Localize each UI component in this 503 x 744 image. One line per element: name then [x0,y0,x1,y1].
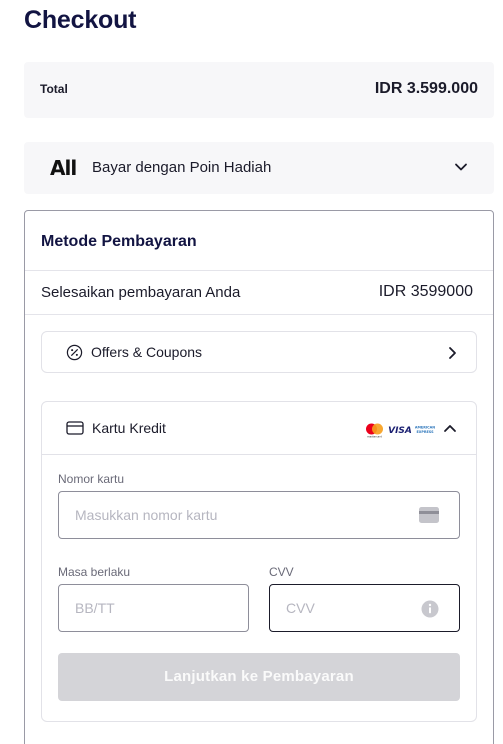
svg-text:VISA: VISA [388,426,412,436]
total-label: Total [40,82,68,96]
card-number-input[interactable]: Masukkan nomor kartu [58,491,460,539]
chevron-down-icon [455,163,467,171]
card-icon [419,507,439,523]
amex-logo: AMERICAN EXPRESS [415,426,435,435]
expiry-label: Masa berlaku [58,565,131,579]
expiry-placeholder: BB/TT [75,600,115,616]
visa-logo: VISA [388,426,412,436]
cvv-placeholder: CVV [286,600,315,616]
total-value: IDR 3.599.000 [374,80,478,97]
cvv-label: CVV [269,565,294,579]
credit-card-label: Kartu Kredit [92,420,166,436]
credit-card-icon [66,421,84,435]
divider [25,270,493,271]
info-icon[interactable] [421,600,439,618]
continue-payment-button[interactable]: Lanjutkan ke Pembayaran [58,653,460,701]
svg-text:EXPRESS: EXPRESS [416,430,434,434]
payment-method-card: Metode Pembayaran Selesaikan pembayaran … [24,210,494,744]
page-title: Checkout [24,6,137,34]
all-logo: All [50,156,77,180]
pay-with-points-toggle[interactable]: All Bayar dengan Poin Hadiah [24,142,494,194]
chevron-up-icon [444,425,456,432]
chevron-right-icon [449,347,456,359]
card-brand-logos: mastercard VISA AMERICAN EXPRESS [366,423,435,439]
finish-payment-label: Selesaikan pembayaran Anda [41,284,241,301]
total-summary: Total IDR 3.599.000 [24,62,494,118]
card-number-label: Nomor kartu [58,472,125,486]
offers-coupons-row[interactable]: Offers & Coupons [41,331,477,373]
discount-percent-icon [66,344,83,361]
credit-card-section: Kartu Kredit mastercard VISA AMERICAN EX… [41,401,477,722]
card-number-placeholder: Masukkan nomor kartu [75,507,218,523]
points-label: Bayar dengan Poin Hadiah [92,159,272,176]
svg-text:AMERICAN: AMERICAN [415,426,435,430]
expiry-input[interactable]: BB/TT [58,584,249,632]
offers-label: Offers & Coupons [91,344,203,360]
svg-text:mastercard: mastercard [367,435,382,439]
finish-payment-amount: IDR 3599000 [378,283,473,300]
credit-card-header[interactable]: Kartu Kredit mastercard VISA AMERICAN EX… [42,402,476,455]
divider [25,314,493,315]
payment-heading: Metode Pembayaran [41,233,197,250]
cvv-input[interactable]: CVV [269,584,460,632]
mastercard-logo: mastercard [366,423,383,439]
